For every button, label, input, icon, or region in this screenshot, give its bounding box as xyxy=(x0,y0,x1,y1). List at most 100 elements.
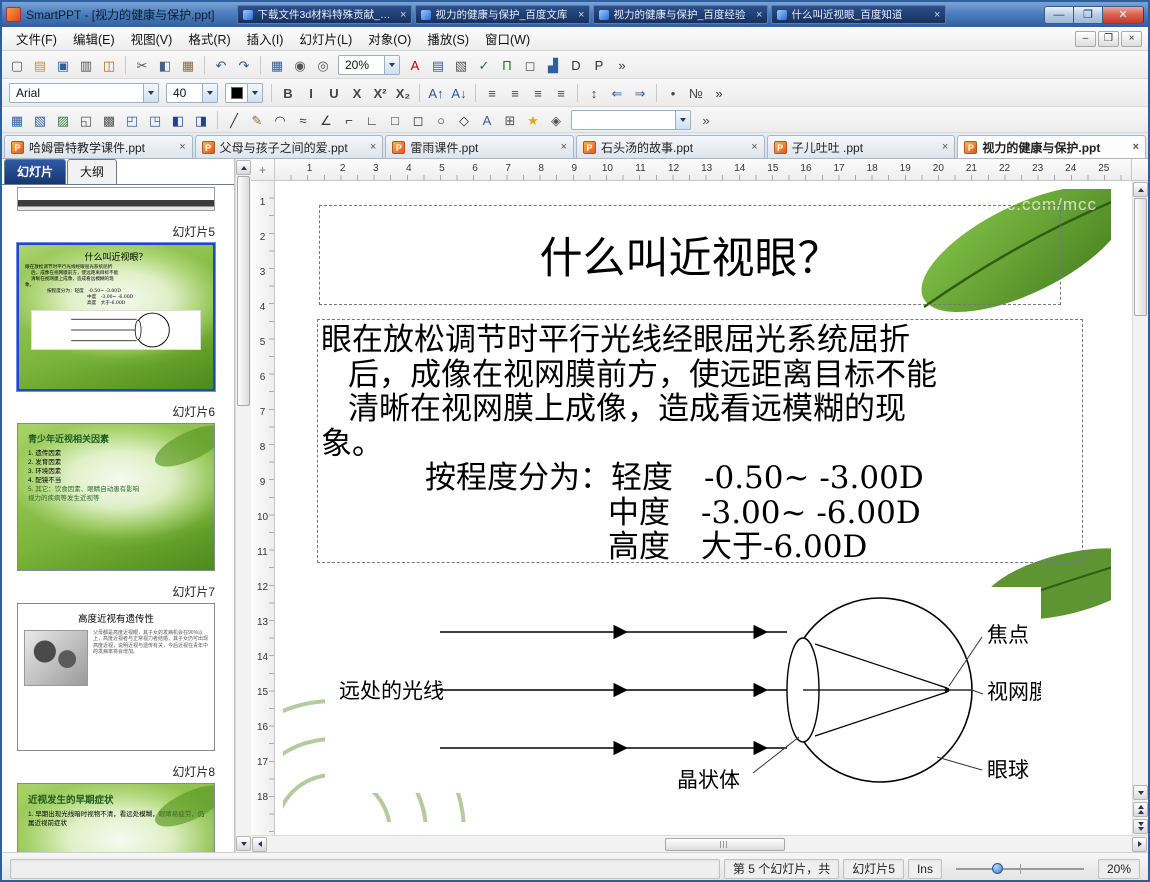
chevron-down-icon[interactable] xyxy=(675,110,690,129)
insert-table-icon[interactable]: ▦ xyxy=(266,55,288,75)
document-tab[interactable]: P 哈姆雷特教学课件.ppt × xyxy=(4,135,193,158)
font-size-combobox[interactable]: 40 xyxy=(166,82,218,103)
document-tab[interactable]: P 石头汤的故事.ppt × xyxy=(576,135,765,158)
cut-icon[interactable]: ✂ xyxy=(131,55,153,75)
worksheet-icon[interactable]: ▩ xyxy=(98,110,120,130)
bold-button[interactable]: B xyxy=(277,83,299,103)
align-left-button[interactable]: ≡ xyxy=(481,83,503,103)
mdi-close-button[interactable]: × xyxy=(1121,30,1142,47)
connector-tool-icon[interactable]: ⌐ xyxy=(338,110,360,130)
chevron-down-icon[interactable] xyxy=(143,83,158,102)
insert-mode-toggle[interactable]: Ins xyxy=(907,858,942,879)
rectangle-tool-icon[interactable]: □ xyxy=(384,110,406,130)
menu-item[interactable]: 视图(V) xyxy=(123,26,181,51)
font-combobox[interactable]: Arial xyxy=(9,82,159,103)
tab-slides[interactable]: 幻灯片 xyxy=(4,159,67,184)
paste-icon[interactable]: ▦ xyxy=(177,55,199,75)
save-icon[interactable]: ▣ xyxy=(52,55,74,75)
scrollbar-thumb[interactable] xyxy=(1134,198,1147,316)
minimize-button[interactable]: — xyxy=(1044,5,1073,24)
zoom-tool-icon[interactable]: ◎ xyxy=(312,55,334,75)
media-icon[interactable]: ◨ xyxy=(190,110,212,130)
undo-icon[interactable]: ↶ xyxy=(210,55,232,75)
background-window-tab[interactable]: 什么叫近视眼_百度知道 × xyxy=(771,5,947,24)
elbow-connector-icon[interactable]: ∟ xyxy=(361,110,383,130)
frame-icon[interactable]: ◧ xyxy=(167,110,189,130)
rounded-rectangle-icon[interactable]: ◻ xyxy=(407,110,429,130)
scroll-right-icon[interactable] xyxy=(1132,836,1147,852)
numbering-button[interactable]: № xyxy=(685,83,707,103)
chevron-down-icon[interactable] xyxy=(202,83,217,102)
previous-slide-icon[interactable] xyxy=(1133,802,1148,817)
bullets-button[interactable]: • xyxy=(662,83,684,103)
next-slide-icon[interactable] xyxy=(1133,819,1148,834)
decrease-font-button[interactable]: A↓ xyxy=(448,83,470,103)
shape-style-combobox[interactable] xyxy=(571,109,691,130)
toolbar-overflow-icon[interactable]: » xyxy=(611,55,633,75)
ellipse-tool-icon[interactable]: ○ xyxy=(430,110,452,130)
scrollbar-track[interactable] xyxy=(267,837,1132,852)
italic-button[interactable]: I xyxy=(300,83,322,103)
slide7-thumbnail[interactable]: 高度近视有遗传性 父母都是高度近视眼，其子女的发病机会在90%以上，高度近视者与… xyxy=(17,603,215,751)
menu-item[interactable]: 窗口(W) xyxy=(477,26,538,51)
scrollbar-thumb[interactable] xyxy=(237,176,250,406)
font-color-icon[interactable]: A xyxy=(404,55,426,75)
copy-icon[interactable]: ◧ xyxy=(154,55,176,75)
ole-object-icon[interactable]: ◱ xyxy=(75,110,97,130)
favorites-icon[interactable]: ★ xyxy=(522,110,544,130)
freeform-tool-icon[interactable]: ∠ xyxy=(315,110,337,130)
toolbar-overflow-icon[interactable]: » xyxy=(708,83,730,103)
align-right-button[interactable]: ≡ xyxy=(527,83,549,103)
close-icon[interactable]: × xyxy=(942,141,948,153)
open-folder-icon[interactable]: ▤ xyxy=(29,55,51,75)
close-icon[interactable]: × xyxy=(561,141,567,153)
toolbar-overflow-icon[interactable]: » xyxy=(695,110,717,130)
subscript-button[interactable]: X₂ xyxy=(392,83,414,103)
zoom-slider-knob[interactable] xyxy=(991,862,1003,874)
zoom-in-icon[interactable]: ◉ xyxy=(289,55,311,75)
insert-object-icon[interactable]: ▧ xyxy=(450,55,472,75)
menu-item[interactable]: 对象(O) xyxy=(360,26,419,51)
close-icon[interactable]: × xyxy=(370,141,376,153)
line-spacing-button[interactable]: ↕ xyxy=(583,83,605,103)
document-tab-active[interactable]: P 视力的健康与保护.ppt × xyxy=(957,135,1147,158)
menu-item[interactable]: 文件(F) xyxy=(8,26,65,51)
line-tool-icon[interactable]: ╱ xyxy=(223,110,245,130)
chevron-down-icon[interactable] xyxy=(384,55,399,74)
image-icon[interactable]: ▨ xyxy=(52,110,74,130)
underline-button[interactable]: U xyxy=(323,83,345,103)
scroll-up-icon[interactable] xyxy=(1133,182,1148,197)
strikethrough-button[interactable]: X xyxy=(346,83,368,103)
close-icon[interactable]: × xyxy=(934,9,940,21)
close-icon[interactable]: × xyxy=(751,141,757,153)
font-color-combobox[interactable] xyxy=(225,82,263,103)
align-center-button[interactable]: ≡ xyxy=(504,83,526,103)
comment-icon[interactable]: ◻ xyxy=(519,55,541,75)
slide-canvas[interactable]: nipic.com/mcc 什么叫近视眼？ 眼在放松调节时平行光线经眼屈光系统屈… xyxy=(283,189,1111,822)
increase-indent-button[interactable]: ⇒ xyxy=(629,83,651,103)
play-tool-icon[interactable]: P xyxy=(588,55,610,75)
pencil-tool-icon[interactable]: ✎ xyxy=(246,110,268,130)
menu-item[interactable]: 插入(I) xyxy=(239,26,292,51)
slideshow-tool-icon[interactable]: D xyxy=(565,55,587,75)
menu-item[interactable]: 播放(S) xyxy=(419,26,477,51)
document-tab[interactable]: P 父母与孩子之间的爱.ppt × xyxy=(194,135,384,158)
formula-icon[interactable]: Π xyxy=(496,55,518,75)
redo-icon[interactable]: ↷ xyxy=(233,55,255,75)
document-tab[interactable]: P 子儿吐吐 .ppt × xyxy=(766,135,956,158)
vertical-textbox-icon[interactable]: ◳ xyxy=(144,110,166,130)
print-icon[interactable]: ▥ xyxy=(75,55,97,75)
decrease-indent-button[interactable]: ⇐ xyxy=(606,83,628,103)
justify-button[interactable]: ≡ xyxy=(550,83,572,103)
background-window-tab[interactable]: 下载文件3d材料特殊贡献_百度 × xyxy=(237,5,413,24)
crop-icon[interactable]: ⊞ xyxy=(499,110,521,130)
slide6-thumbnail[interactable]: 青少年近视相关因素 1. 遗传因素 2. 发育因素 3. 环境因素 4. 配镜不当 5.… xyxy=(17,423,215,571)
arc-tool-icon[interactable]: ◠ xyxy=(269,110,291,130)
slide4-thumbnail-partial[interactable] xyxy=(17,187,215,211)
chart-icon[interactable]: ▟ xyxy=(542,55,564,75)
scroll-down-icon[interactable] xyxy=(236,836,251,851)
scroll-up-icon[interactable] xyxy=(236,160,251,175)
body-textbox[interactable]: 眼在放松调节时平行光线经眼屈光系统屈折 后，成像在视网膜前方，使远距离目标不能 … xyxy=(317,319,1083,564)
zoom-slider[interactable] xyxy=(950,859,1090,879)
mdi-minimize-button[interactable]: – xyxy=(1075,30,1096,47)
